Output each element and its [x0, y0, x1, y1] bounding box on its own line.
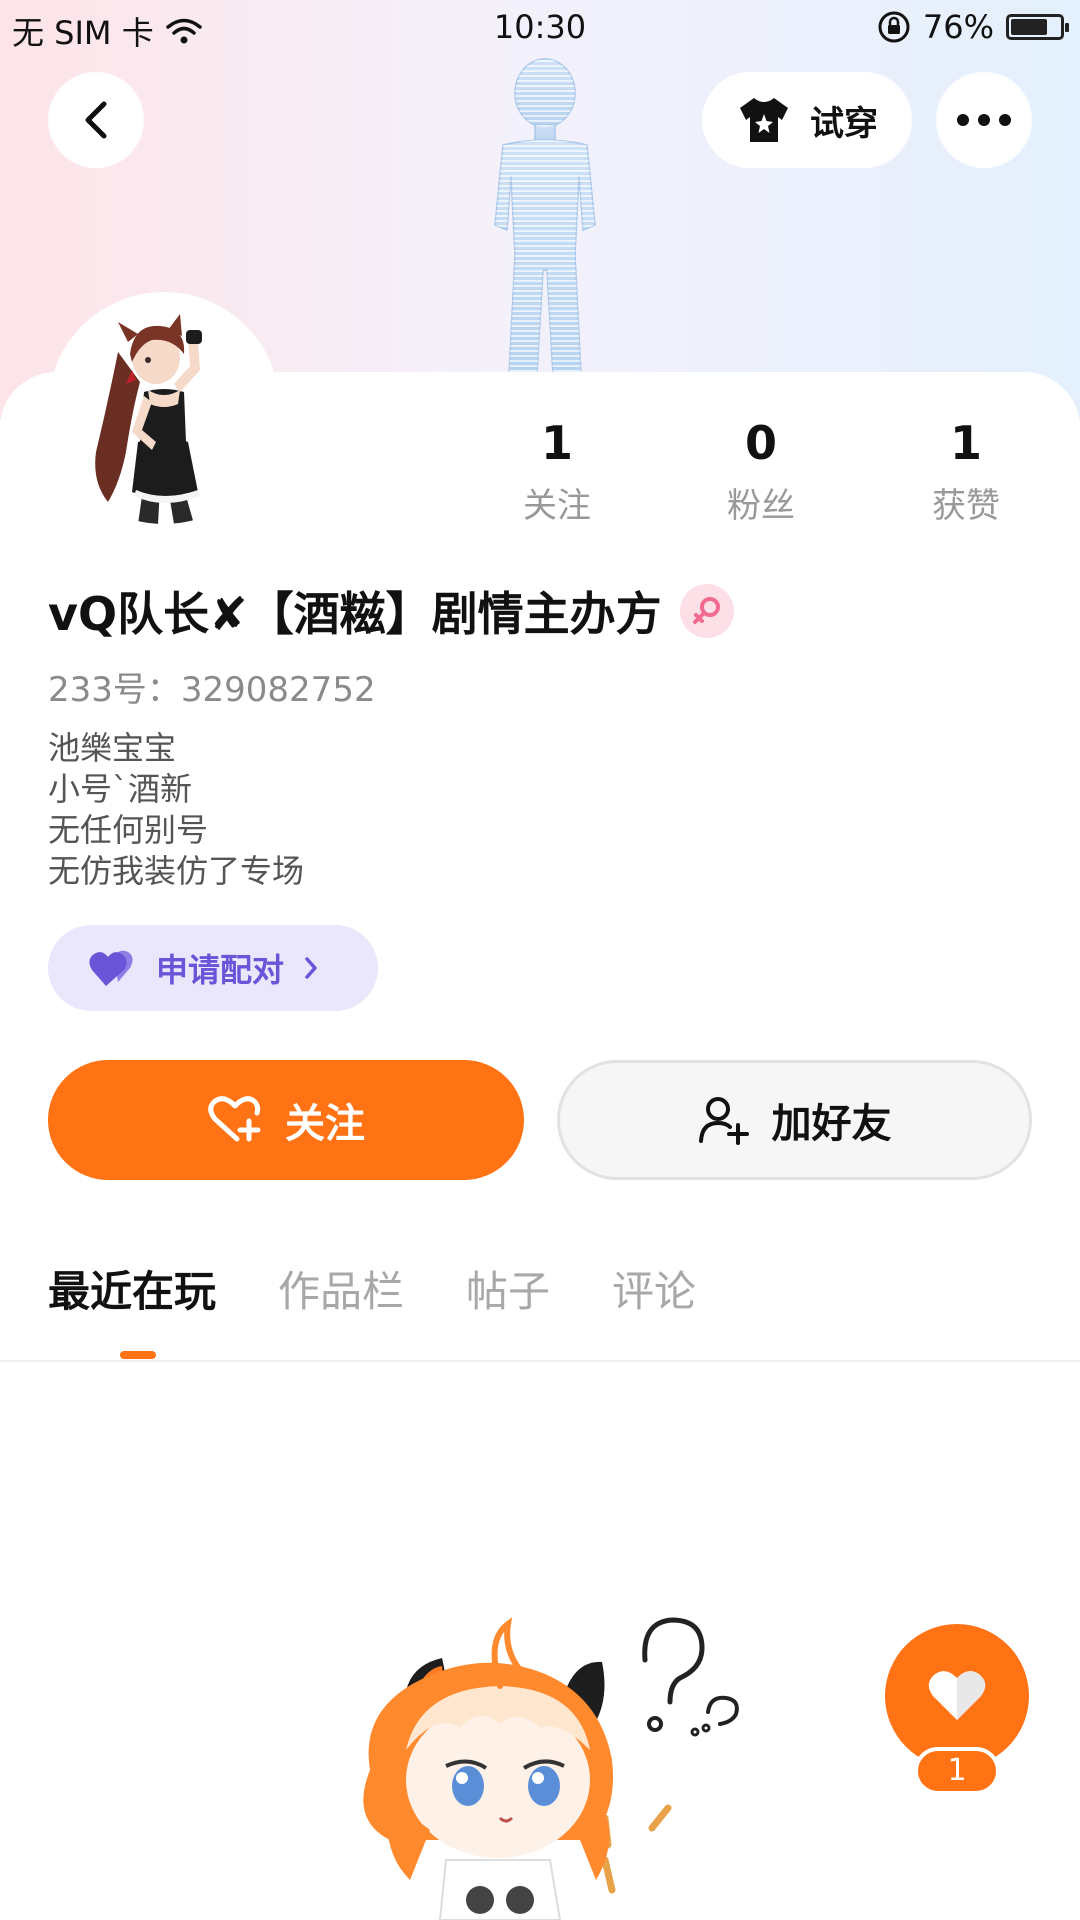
hologram-avatar-figure: [494, 58, 596, 375]
stat-following[interactable]: 1 关注: [477, 416, 637, 527]
double-heart-icon: [89, 950, 133, 986]
active-tab-indicator: [120, 1351, 156, 1359]
request-pairing-label: 申请配对: [156, 951, 285, 989]
female-icon: [692, 597, 720, 624]
bio-line: 小号`酒新: [48, 770, 193, 808]
empty-state-mascot: [363, 1617, 739, 1920]
tab-posts[interactable]: 帖子: [466, 1262, 550, 1322]
dot: [999, 114, 1011, 126]
dot: [957, 114, 969, 126]
chevron-left-icon: [85, 101, 107, 139]
tabs-divider: [0, 1360, 1080, 1362]
tab-works[interactable]: 作品栏: [278, 1262, 404, 1322]
add-person-icon: [698, 1097, 749, 1145]
following-label: 关注: [523, 486, 591, 526]
bio-line: 无仿我装仿了专场: [48, 852, 305, 890]
tshirt-icon: [740, 98, 788, 142]
stat-fans[interactable]: 0 粉丝: [681, 416, 841, 527]
status-bar: 无 SIM 卡 10:30 76%: [0, 0, 1080, 56]
back-button[interactable]: [48, 72, 144, 168]
tab-recently-played[interactable]: 最近在玩: [48, 1262, 216, 1322]
profile-page: 无 SIM 卡 10:30 76% 试穿 1 关注 0 粉丝 1 获赞 vQ队长…: [0, 0, 1080, 1920]
request-pairing-button[interactable]: 申请配对: [48, 925, 378, 1011]
try-on-label: 试穿: [810, 103, 878, 144]
username: vQ队长✘【酒糍】剧情主办方: [48, 587, 662, 641]
profile-stats: 1 关注 0 粉丝 1 获赞: [0, 416, 1080, 526]
follow-button[interactable]: 关注: [48, 1060, 524, 1180]
add-friend-button[interactable]: 加好友: [557, 1060, 1032, 1180]
more-options-button[interactable]: [936, 72, 1032, 168]
gender-badge: [679, 584, 734, 638]
profile-tabs: 最近在玩 作品栏 帖子 评论: [48, 1262, 696, 1322]
user-id: 233号：329082752: [48, 670, 376, 710]
chevron-right-icon: [305, 957, 317, 979]
battery-icon: [1006, 14, 1069, 40]
likes-received-label: 获赞: [932, 486, 1000, 526]
battery-percent: 76%: [922, 8, 994, 46]
stat-likes[interactable]: 1 获赞: [886, 416, 1046, 527]
like-count-badge: 1: [914, 1747, 1000, 1795]
likes-received-count: 1: [949, 416, 982, 470]
dot: [978, 114, 990, 126]
following-count: 1: [540, 416, 573, 470]
tab-comments[interactable]: 评论: [612, 1262, 696, 1322]
bio-line: 无任何别号: [48, 811, 209, 849]
fans-count: 0: [744, 416, 777, 470]
name-row: vQ队长✘【酒糍】剧情主办方: [48, 578, 734, 644]
bio: 池樂宝宝 小号`酒新 无任何别号 无仿我装仿了专场: [48, 728, 304, 892]
rotation-lock-icon: [878, 11, 910, 43]
battery-level: [1011, 19, 1048, 35]
heart-icon: [928, 1671, 986, 1720]
add-friend-label: 加好友: [771, 1101, 892, 1147]
follow-label: 关注: [285, 1101, 365, 1147]
try-on-button[interactable]: 试穿: [702, 72, 912, 168]
fans-label: 粉丝: [727, 486, 795, 526]
heart-plus-icon: [208, 1096, 261, 1142]
bio-line: 池樂宝宝: [48, 729, 177, 767]
